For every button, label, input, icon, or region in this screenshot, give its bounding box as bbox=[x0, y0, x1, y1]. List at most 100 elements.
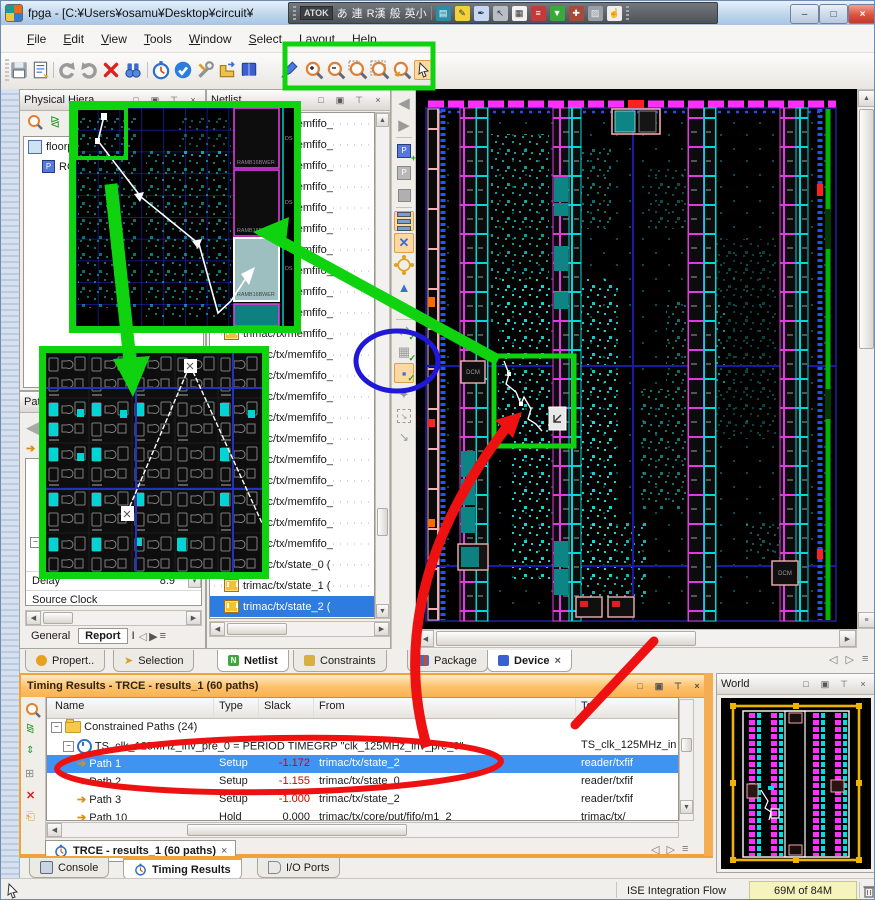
maximize-pane-icon[interactable]: □ bbox=[798, 677, 814, 692]
ime-grip[interactable] bbox=[293, 6, 296, 20]
timing-vertical-scrollbar[interactable]: ▼ bbox=[679, 699, 694, 821]
tab-package[interactable]: Package bbox=[407, 650, 488, 672]
ime-pen-icon[interactable]: ✒ bbox=[474, 6, 489, 21]
menu-tools[interactable]: Tools bbox=[144, 32, 172, 46]
menu-file[interactable]: File bbox=[27, 32, 46, 46]
table-row-path10[interactable]: ➔ Path 10 Hold 0.000 trimac/tx/core/put/… bbox=[47, 809, 678, 821]
ime-mode-hiragana[interactable]: あ bbox=[337, 5, 348, 21]
vertical-scrollbar[interactable]: ▲ ▼ bbox=[375, 112, 390, 619]
table-row-group[interactable]: − Constrained Paths (24) bbox=[47, 719, 678, 737]
redo-icon[interactable] bbox=[79, 60, 99, 80]
search-icon[interactable] bbox=[24, 701, 42, 719]
maximize-pane-icon[interactable]: □ bbox=[313, 93, 329, 108]
timing-table[interactable]: Name Type Slack From To − Constrained Pa… bbox=[46, 697, 679, 821]
show-routing-icon[interactable]: ✕ bbox=[394, 233, 414, 253]
report-icon[interactable] bbox=[31, 60, 51, 80]
close-button[interactable]: × bbox=[848, 4, 875, 24]
marker-icon[interactable] bbox=[279, 60, 299, 80]
measure-icon[interactable] bbox=[217, 60, 237, 80]
toggle-routing-icon[interactable]: ▪✓ bbox=[394, 363, 414, 383]
find-icon[interactable] bbox=[123, 60, 143, 80]
ime-mode-eng[interactable]: 英小 bbox=[405, 5, 427, 21]
tab-properties[interactable]: Propert.. bbox=[25, 650, 105, 672]
zoom-previous-icon[interactable] bbox=[392, 60, 412, 80]
col-from[interactable]: From bbox=[319, 700, 345, 712]
sort-descending-icon[interactable]: ⧎ bbox=[26, 723, 34, 734]
ime-hand-icon[interactable]: ☝ bbox=[607, 6, 622, 21]
undo-icon[interactable] bbox=[57, 60, 77, 80]
col-slack[interactable]: Slack bbox=[264, 700, 291, 712]
world-header[interactable]: World □ ▣ ⊤ × bbox=[717, 674, 875, 695]
tab-selection[interactable]: ➤ Selection bbox=[113, 650, 194, 672]
tab-instances[interactable]: I bbox=[130, 629, 137, 643]
close-tab-icon[interactable]: × bbox=[554, 655, 560, 667]
toggle-placement-icon[interactable]: ▦✓ bbox=[394, 342, 414, 362]
select-tool-button[interactable] bbox=[414, 60, 434, 80]
tab-netlist[interactable]: N Netlist bbox=[217, 650, 289, 672]
fix-placement-icon[interactable]: ✦ bbox=[394, 385, 414, 405]
device-view[interactable]: DCM DCM bbox=[416, 89, 857, 629]
move-up-icon[interactable]: ▲ bbox=[394, 277, 414, 297]
delete-icon[interactable]: ✕ bbox=[26, 789, 35, 802]
collapse-icon[interactable]: − bbox=[63, 741, 74, 752]
property-row[interactable]: Source Clock bbox=[26, 590, 202, 606]
ime-pad-icon[interactable]: ✎ bbox=[455, 6, 470, 21]
menu-select[interactable]: Select bbox=[249, 32, 282, 46]
tab-console[interactable]: Console bbox=[29, 858, 109, 878]
close-pane-icon[interactable]: × bbox=[855, 677, 871, 692]
area-select-icon[interactable]: ↘ bbox=[394, 406, 414, 426]
expand-collapse-icon[interactable]: ⧎ bbox=[50, 114, 60, 128]
tab-timing-results[interactable]: Timing Results bbox=[123, 858, 242, 880]
horizontal-scrollbar[interactable]: ◀ ▶ bbox=[25, 610, 202, 626]
ime-misc-icon[interactable]: ▨ bbox=[588, 6, 603, 21]
table-row-path1[interactable]: ➔ Path 1 Setup -1.172 trimac/tx/state_2 … bbox=[47, 755, 678, 773]
tab-prev-icon[interactable]: ◁ bbox=[651, 843, 659, 856]
menu-window[interactable]: Window bbox=[189, 32, 232, 46]
maximize-button[interactable]: □ bbox=[819, 4, 848, 24]
add-pblock-icon[interactable]: P+ bbox=[394, 141, 414, 161]
pin-pane-icon[interactable]: ⊤ bbox=[836, 677, 852, 692]
tab-device[interactable]: Device × bbox=[487, 650, 572, 672]
zoom-selection-icon[interactable] bbox=[348, 60, 368, 80]
tab-next-icon[interactable]: ▷ bbox=[666, 843, 674, 856]
tab-constraints[interactable]: Constraints bbox=[293, 650, 387, 672]
sort-ascending-icon[interactable]: ⇕ bbox=[26, 745, 34, 756]
ime-table-icon[interactable]: ▦ bbox=[512, 6, 527, 21]
ime-mode-general[interactable]: 般 bbox=[390, 5, 401, 21]
world-view[interactable] bbox=[721, 698, 871, 869]
ime-menu-icon[interactable]: ▤ bbox=[436, 6, 451, 21]
ime-tool-icon[interactable]: ✚ bbox=[569, 6, 584, 21]
menu-help[interactable]: Help bbox=[352, 32, 377, 46]
expand-connections-icon[interactable] bbox=[394, 255, 414, 275]
back-icon[interactable]: ◀ bbox=[394, 93, 414, 113]
timing-horizontal-scrollbar[interactable]: ◀ bbox=[46, 822, 679, 838]
unfix-placement-icon[interactable]: ↘ bbox=[394, 427, 414, 447]
tab-next-icon[interactable]: ▶ bbox=[149, 630, 157, 643]
menu-view[interactable]: View bbox=[101, 32, 127, 46]
delete-icon[interactable] bbox=[101, 60, 121, 80]
tab-prev-icon[interactable]: ◁ bbox=[139, 630, 147, 643]
drc-check-icon[interactable] bbox=[173, 60, 193, 80]
tab-list-icon[interactable]: ≡ bbox=[862, 653, 868, 666]
menu-edit[interactable]: Edit bbox=[63, 32, 84, 46]
col-name[interactable]: Name bbox=[55, 700, 84, 712]
minimize-button[interactable]: ‒ bbox=[790, 4, 819, 24]
col-type[interactable]: Type bbox=[219, 700, 243, 712]
tab-report[interactable]: Report bbox=[78, 628, 127, 644]
pin-pane-icon[interactable]: ⊤ bbox=[351, 93, 367, 108]
list-item-selected[interactable]: trimac/tx/state_2 ( bbox=[210, 596, 374, 617]
maximize-pane-icon[interactable]: □ bbox=[632, 679, 648, 694]
device-horizontal-scrollbar[interactable]: ◀ ▶ bbox=[416, 629, 857, 648]
zoom-out-icon[interactable] bbox=[326, 60, 346, 80]
ime-toolbar[interactable]: ATOK あ 連 R漢 般 英小 ▤ ✎ ✒ ↖ ▦ ≡ ▼ ✚ ▨ ☝ bbox=[288, 2, 718, 24]
menu-layout[interactable]: Layout bbox=[299, 32, 335, 46]
group-paths-icon[interactable]: ⊞ bbox=[25, 767, 34, 780]
ime-settings-icon[interactable]: ≡ bbox=[531, 6, 546, 21]
device-vertical-scrollbar[interactable]: ▲ ≡ bbox=[857, 89, 875, 629]
search-icon[interactable] bbox=[26, 113, 44, 131]
tab-list-icon[interactable]: ≡ bbox=[160, 630, 166, 642]
tab-io-ports[interactable]: I/O Ports bbox=[257, 858, 340, 878]
timing-icon[interactable] bbox=[151, 60, 171, 80]
dock-strip[interactable] bbox=[1, 89, 20, 878]
cell-icon[interactable] bbox=[394, 185, 414, 205]
